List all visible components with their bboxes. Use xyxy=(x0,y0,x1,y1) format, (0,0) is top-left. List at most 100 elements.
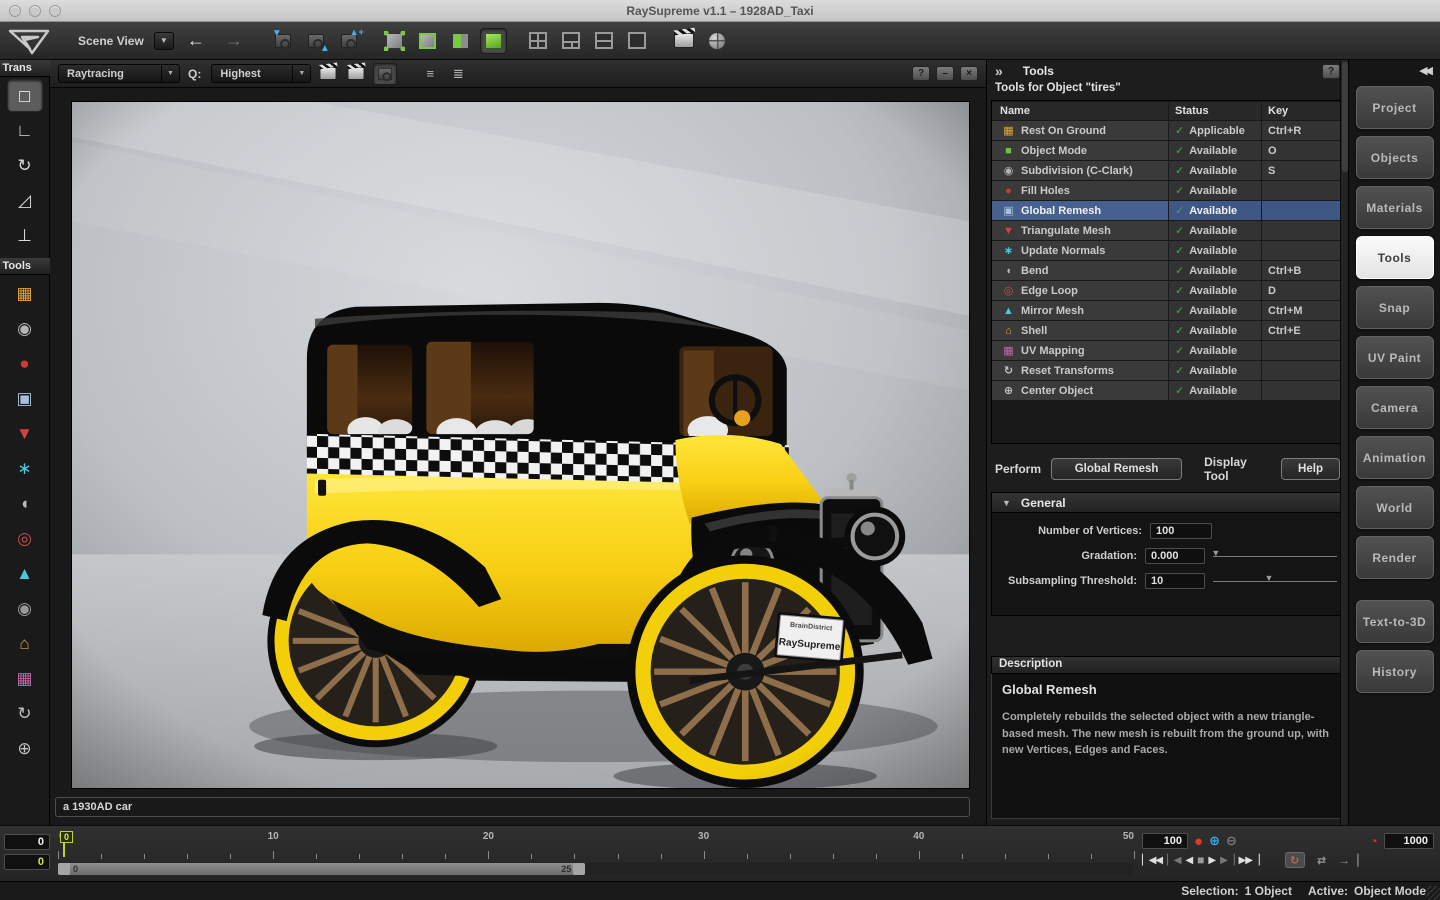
face-mode-button[interactable] xyxy=(447,28,474,54)
center-object-icon[interactable]: ⊕ xyxy=(7,732,43,765)
text-to-3d-prompt-input[interactable] xyxy=(55,797,970,817)
range-start-handle[interactable] xyxy=(58,863,70,875)
go-to-end-button[interactable]: ▶▶▕ xyxy=(1239,855,1259,866)
render-image-icon[interactable] xyxy=(317,64,339,84)
playhead[interactable]: 0 xyxy=(60,831,73,857)
mode-button-project[interactable]: Project xyxy=(1356,86,1434,129)
rotate-tool-icon[interactable]: ↻ xyxy=(7,149,43,182)
parameter-slider[interactable]: ▼ xyxy=(1213,574,1337,588)
range-end-handle[interactable] xyxy=(573,863,585,875)
render-animation-icon[interactable] xyxy=(345,64,367,84)
layout-single-button[interactable] xyxy=(624,28,651,54)
resize-grip[interactable] xyxy=(1426,886,1440,900)
forward-button[interactable]: → xyxy=(218,30,250,51)
edge-mode-button[interactable] xyxy=(414,28,441,54)
next-key-button[interactable]: ▶▕ xyxy=(1220,855,1233,866)
mode-button-snap[interactable]: Snap xyxy=(1356,286,1434,329)
object-mode-button[interactable] xyxy=(480,28,507,54)
table-row[interactable]: ▦Rest On Ground✓ApplicableCtrl+R xyxy=(992,121,1343,140)
mode-button-uv-paint[interactable]: UV Paint xyxy=(1356,336,1434,379)
table-row[interactable]: ◉Subdivision (C-Clark)✓AvailableS xyxy=(992,161,1343,180)
layout-two-button[interactable] xyxy=(591,28,618,54)
range-track[interactable]: 0 25 xyxy=(58,863,1134,875)
expand-panel-icon[interactable]: » xyxy=(995,63,1001,79)
panel-close-button[interactable]: × xyxy=(960,66,978,81)
parameter-input[interactable]: 0.000 xyxy=(1145,548,1205,564)
timeline-track[interactable]: 0 01020304050 0 25 xyxy=(58,831,1134,877)
mode-button-text-to-3d[interactable]: Text-to-3D xyxy=(1356,600,1434,643)
mirror-mesh-icon[interactable]: ▲ xyxy=(7,557,43,590)
timer-icon[interactable]: ◔ xyxy=(1370,833,1378,849)
quality-dropdown[interactable]: Highest ▼ xyxy=(211,64,311,83)
table-row[interactable]: ●Fill Holes✓Available xyxy=(992,181,1343,200)
table-row[interactable]: ▣Global Remesh✓Available xyxy=(992,201,1343,220)
axis-tool-icon[interactable]: ⊥ xyxy=(7,219,43,252)
table-row[interactable]: ▼Triangulate Mesh✓Available xyxy=(992,221,1343,240)
end-frame-field[interactable]: 1000 xyxy=(1384,833,1434,849)
global-remesh-icon[interactable]: ▣ xyxy=(7,382,43,415)
parameter-slider[interactable]: ▼ xyxy=(1213,549,1337,563)
sphere-icon[interactable]: ◉ xyxy=(7,592,43,625)
shell-icon[interactable]: ⌂ xyxy=(7,627,43,660)
parameter-input[interactable]: 100 xyxy=(1150,523,1212,539)
move-tool-icon[interactable]: ∟ xyxy=(7,114,43,147)
renderer-dropdown[interactable]: Raytracing ▼ xyxy=(58,64,180,83)
back-button[interactable]: ← xyxy=(180,30,212,51)
record-icon[interactable]: ● xyxy=(1194,834,1203,849)
vertex-mode-button[interactable] xyxy=(381,28,408,54)
import-button[interactable]: ▼ xyxy=(270,28,297,54)
slider-thumb-icon[interactable]: ▼ xyxy=(1265,573,1274,583)
table-row[interactable]: ◎Edge Loop✓AvailableD xyxy=(992,281,1343,300)
loop-mode-button[interactable]: ↻ xyxy=(1285,852,1305,868)
layout-quad-button[interactable] xyxy=(525,28,552,54)
table-row[interactable]: ↻Reset Transforms✓Available xyxy=(992,361,1343,380)
frame-count-field[interactable]: 100 xyxy=(1142,833,1188,849)
mode-button-objects[interactable]: Objects xyxy=(1356,136,1434,179)
frame-ruler[interactable]: 0 01020304050 xyxy=(58,831,1134,861)
mode-button-materials[interactable]: Materials xyxy=(1356,186,1434,229)
mode-button-world[interactable]: World xyxy=(1356,486,1434,529)
general-section-header[interactable]: ▼ General xyxy=(992,493,1343,513)
parameter-input[interactable]: 10 xyxy=(1145,573,1205,589)
render-movie-icon[interactable] xyxy=(671,28,698,54)
save-button[interactable]: ▲ xyxy=(303,28,330,54)
stop-button[interactable]: ■ xyxy=(1197,853,1203,867)
save-render-icon[interactable] xyxy=(373,63,397,85)
table-row[interactable]: ▦UV Mapping✓Available xyxy=(992,341,1343,360)
select-tool-icon[interactable]: ◻ xyxy=(7,79,43,112)
subdivision-icon[interactable]: ◉ xyxy=(7,312,43,345)
collapse-panel-icon[interactable]: ◀◀ xyxy=(1419,60,1440,79)
help-button[interactable]: Help xyxy=(1281,458,1340,480)
play-button[interactable]: ▶ xyxy=(1208,855,1215,866)
mode-button-tools[interactable]: Tools xyxy=(1356,236,1434,279)
viewport-render[interactable]: BrainDistrict RaySupreme xyxy=(72,102,969,788)
triangulate-mesh-icon[interactable]: ▼ xyxy=(7,417,43,450)
slider-thumb-icon[interactable]: ▼ xyxy=(1211,548,1220,558)
panel-help-button[interactable]: ? xyxy=(912,66,930,81)
range-bar[interactable]: 0 25 xyxy=(58,863,585,875)
fill-holes-icon[interactable]: ● xyxy=(7,347,43,380)
uv-mapping-icon[interactable]: ▦ xyxy=(7,662,43,695)
scale-tool-icon[interactable]: ◿ xyxy=(7,184,43,217)
rest-on-ground-icon[interactable]: ▦ xyxy=(7,277,43,310)
perform-global-remesh-button[interactable]: Global Remesh xyxy=(1051,458,1182,480)
auto-key-icon[interactable]: ⊖ xyxy=(1226,833,1237,849)
table-row[interactable]: ▲Mirror Mesh✓AvailableCtrl+M xyxy=(992,301,1343,320)
tools-help-button[interactable]: ? xyxy=(1322,64,1340,79)
publish-web-icon[interactable] xyxy=(704,28,731,54)
column-key[interactable]: Key xyxy=(1262,102,1343,120)
play-reverse-button[interactable]: ◀ xyxy=(1185,855,1192,866)
play-once-mode-button[interactable]: →▕ xyxy=(1339,852,1359,868)
panel-minimize-button[interactable]: – xyxy=(936,66,954,81)
keyframe-list-icon[interactable]: ≡ xyxy=(419,64,441,84)
column-status[interactable]: Status xyxy=(1169,102,1261,120)
add-key-icon[interactable]: ⊕ xyxy=(1209,833,1220,849)
mode-button-animation[interactable]: Animation xyxy=(1356,436,1434,479)
mode-button-history[interactable]: History xyxy=(1356,650,1434,693)
update-normals-icon[interactable]: ∗ xyxy=(7,452,43,485)
table-row[interactable]: ⌂Shell✓AvailableCtrl+E xyxy=(992,321,1343,340)
selected-frame-field[interactable]: 0 xyxy=(4,854,50,870)
reset-transforms-icon[interactable]: ↻ xyxy=(7,697,43,730)
pingpong-mode-button[interactable]: ⇄ xyxy=(1312,852,1332,868)
layout-three-button[interactable] xyxy=(558,28,585,54)
